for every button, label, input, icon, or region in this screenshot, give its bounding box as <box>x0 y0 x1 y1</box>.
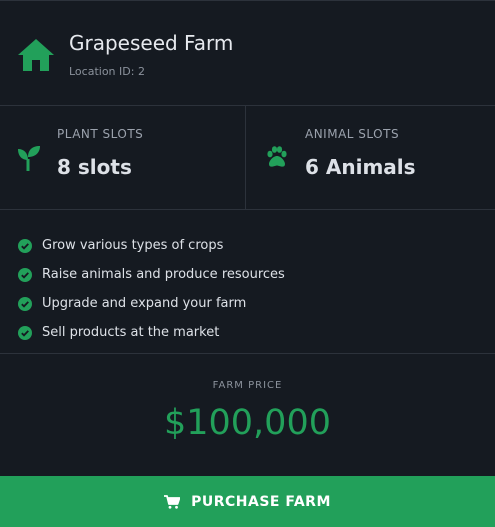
location-id: Location ID: 2 <box>69 65 145 78</box>
home-icon <box>18 39 54 71</box>
features-list: Grow various types of crops Raise animal… <box>0 210 495 354</box>
animal-slots-text: ANIMAL SLOTS 6 Animals <box>305 127 416 179</box>
cart-icon <box>164 494 181 509</box>
purchase-button-label: PURCHASE FARM <box>191 493 331 510</box>
feature-text: Grow various types of crops <box>42 238 224 253</box>
check-circle-icon <box>18 296 32 311</box>
feature-item: Raise animals and produce resources <box>18 260 495 289</box>
feature-text: Raise animals and produce resources <box>42 267 285 282</box>
sprout-icon <box>18 146 40 171</box>
check-circle-icon <box>18 325 32 340</box>
animal-slots-panel: ANIMAL SLOTS 6 Animals <box>246 106 495 209</box>
paw-icon <box>267 146 287 167</box>
plant-slots-label: PLANT SLOTS <box>57 127 144 141</box>
feature-text: Upgrade and expand your farm <box>42 296 247 311</box>
plant-slots-panel: PLANT SLOTS 8 slots <box>0 106 246 209</box>
price-value: $100,000 <box>163 403 331 443</box>
feature-text: Sell products at the market <box>42 325 220 340</box>
header-text: Grapeseed Farm Location ID: 2 <box>69 30 233 78</box>
farm-card: Grapeseed Farm Location ID: 2 PLANT SLOT… <box>0 0 495 527</box>
purchase-farm-button[interactable]: PURCHASE FARM <box>0 476 495 527</box>
price-section: FARM PRICE $100,000 <box>0 354 495 475</box>
check-circle-icon <box>18 267 32 282</box>
slots-row: PLANT SLOTS 8 slots ANIMAL SLOTS 6 Anima… <box>0 106 495 210</box>
plant-slots-value: 8 slots <box>57 155 132 179</box>
feature-item: Grow various types of crops <box>18 231 495 260</box>
farm-title: Grapeseed Farm <box>69 31 234 55</box>
feature-item: Upgrade and expand your farm <box>18 289 495 318</box>
plant-slots-text: PLANT SLOTS 8 slots <box>57 127 143 179</box>
animal-slots-value: 6 Animals <box>305 155 416 179</box>
check-circle-icon <box>18 238 32 253</box>
animal-slots-label: ANIMAL SLOTS <box>305 127 400 141</box>
farm-header: Grapeseed Farm Location ID: 2 <box>0 1 495 106</box>
price-label: FARM PRICE <box>212 380 283 391</box>
feature-item: Sell products at the market <box>18 318 495 347</box>
